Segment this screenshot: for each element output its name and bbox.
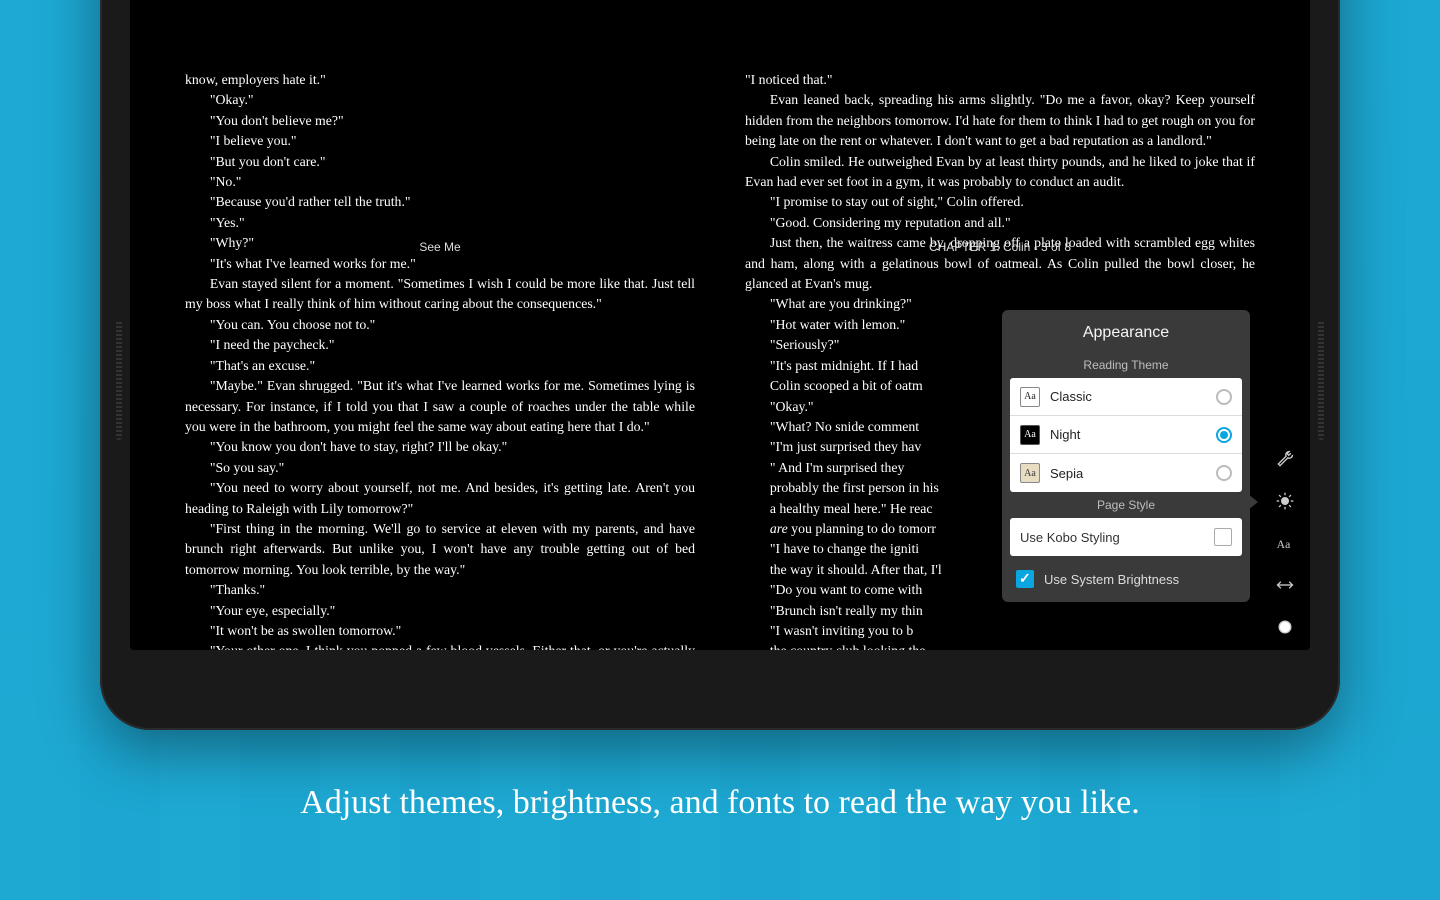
reading-toolstrip: Aa — [1274, 448, 1296, 638]
screen: See Me know, employers hate it.""Okay.""… — [130, 0, 1310, 650]
speaker-left — [116, 320, 122, 440]
kobo-styling-label: Use Kobo Styling — [1020, 530, 1214, 545]
left-page[interactable]: See Me know, employers hate it.""Okay.""… — [160, 30, 720, 650]
appearance-panel: Appearance Reading Theme Aa Classic Aa N… — [1002, 310, 1250, 602]
theme-night-label: Night — [1050, 427, 1216, 442]
classic-swatch-icon: Aa — [1020, 387, 1040, 407]
theme-classic[interactable]: Aa Classic — [1010, 378, 1242, 416]
brightness-icon[interactable] — [1274, 490, 1296, 512]
theme-sepia-label: Sepia — [1050, 466, 1216, 481]
page-style-options: Use Kobo Styling — [1010, 518, 1242, 556]
theme-circle-icon[interactable] — [1274, 616, 1296, 638]
system-brightness-checkbox[interactable] — [1016, 570, 1034, 588]
theme-night[interactable]: Aa Night — [1010, 416, 1242, 454]
page-style-label: Page Style — [1002, 492, 1250, 518]
radio-sepia[interactable] — [1216, 465, 1232, 481]
svg-text:Aa: Aa — [1277, 538, 1291, 551]
reading-theme-label: Reading Theme — [1002, 352, 1250, 378]
appearance-title: Appearance — [1002, 310, 1250, 352]
wrench-icon[interactable] — [1274, 448, 1296, 470]
tablet-frame: See Me know, employers hate it.""Okay.""… — [100, 0, 1340, 730]
margins-icon[interactable] — [1274, 574, 1296, 596]
kobo-styling-row[interactable]: Use Kobo Styling — [1010, 518, 1242, 556]
system-brightness-row[interactable]: Use System Brightness — [1002, 566, 1250, 602]
system-brightness-label: Use System Brightness — [1044, 572, 1179, 587]
theme-options: Aa Classic Aa Night Aa Sepia — [1010, 378, 1242, 492]
sepia-swatch-icon: Aa — [1020, 463, 1040, 483]
chapter-location: CHAPTER 1: Colin - 3 of 8 — [720, 240, 1280, 254]
radio-night[interactable] — [1216, 427, 1232, 443]
radio-classic[interactable] — [1216, 389, 1232, 405]
left-page-text: know, employers hate it.""Okay.""You don… — [185, 70, 695, 650]
font-icon[interactable]: Aa — [1274, 532, 1296, 554]
theme-classic-label: Classic — [1050, 389, 1216, 404]
theme-sepia[interactable]: Aa Sepia — [1010, 454, 1242, 492]
night-swatch-icon: Aa — [1020, 425, 1040, 445]
promo-tagline: Adjust themes, brightness, and fonts to … — [0, 784, 1440, 822]
speaker-right — [1318, 320, 1324, 440]
kobo-styling-checkbox[interactable] — [1214, 528, 1232, 546]
popover-caret — [1248, 494, 1258, 510]
book-title: See Me — [160, 240, 720, 254]
